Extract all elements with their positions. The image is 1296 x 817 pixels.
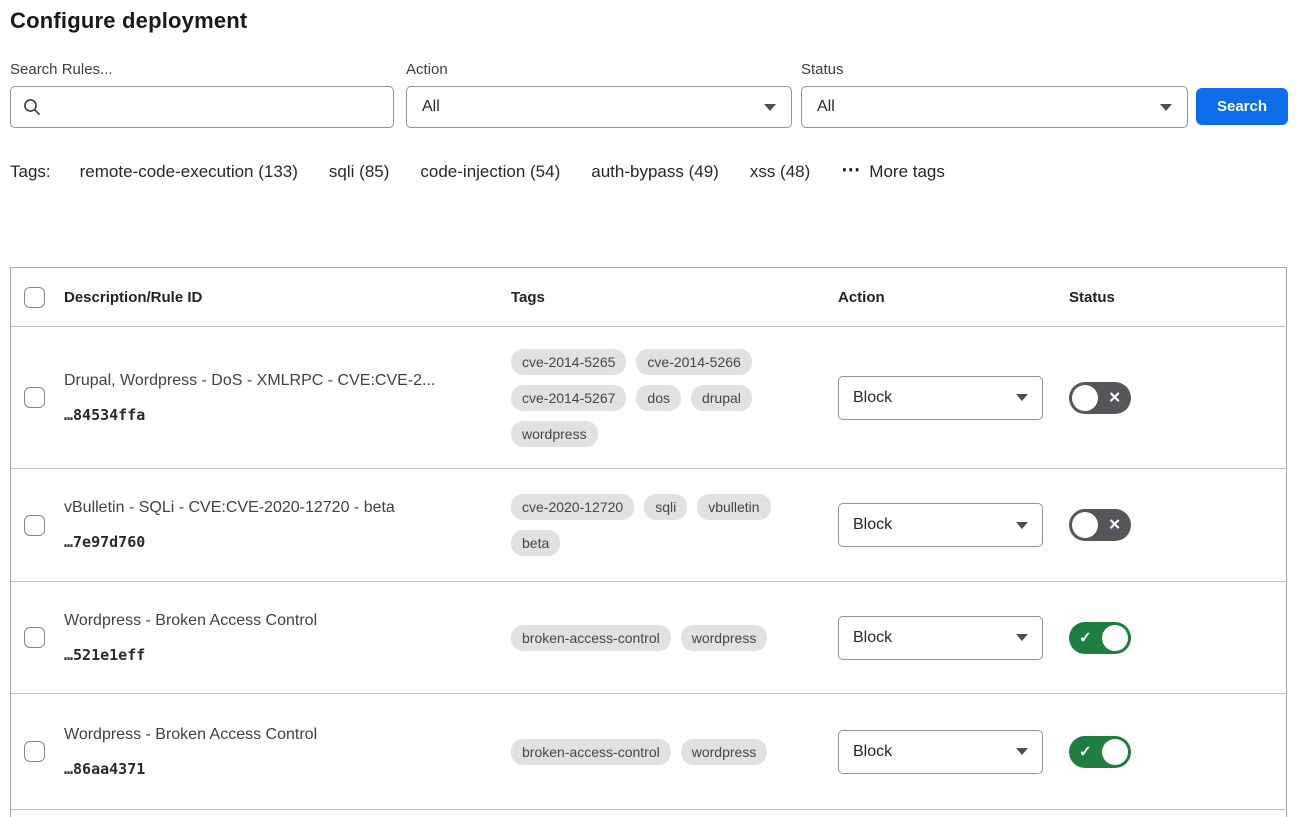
table-row: Drupal, Wordpress - DoS - XMLRPC - CVE:C…	[11, 326, 1286, 468]
ellipsis-icon: ⋯	[841, 161, 860, 180]
column-header-tags: Tags	[511, 289, 838, 306]
chevron-down-icon	[1016, 748, 1028, 755]
rule-tags: broken-access-control wordpress	[511, 739, 838, 765]
action-value: Block	[853, 516, 892, 534]
rule-tags: cve-2014-5265 cve-2014-5266 cve-2014-5267 d…	[511, 349, 838, 447]
action-select[interactable]: Block	[838, 376, 1043, 420]
action-value: Block	[853, 389, 892, 407]
row-checkbox[interactable]	[24, 515, 45, 536]
toggle-state-icon: ✓	[1079, 744, 1092, 759]
row-checkbox[interactable]	[24, 627, 45, 648]
toggle-knob	[1102, 739, 1128, 765]
action-filter-value: All	[422, 98, 440, 116]
tag-pill: wordpress	[681, 739, 768, 765]
tag-pill: dos	[636, 385, 681, 411]
tag-pill: broken-access-control	[511, 739, 671, 765]
chevron-down-icon	[1016, 634, 1028, 641]
status-toggle[interactable]: ✕	[1069, 509, 1131, 541]
page-title: Configure deployment	[10, 8, 247, 34]
tag-pill: beta	[511, 530, 560, 556]
toggle-state-icon: ✕	[1108, 518, 1121, 533]
tag-filter-auth-bypass[interactable]: auth-bypass (49)	[591, 162, 719, 182]
more-tags-label: More tags	[869, 162, 945, 182]
chevron-down-icon	[764, 104, 776, 111]
chevron-down-icon	[1016, 522, 1028, 529]
chevron-down-icon	[1016, 394, 1028, 401]
status-toggle[interactable]: ✓	[1069, 622, 1131, 654]
tag-filter-remote-code-execution[interactable]: remote-code-execution (133)	[80, 162, 298, 182]
rule-tags: broken-access-control wordpress	[511, 625, 838, 651]
tag-pill: cve-2014-5266	[636, 349, 751, 375]
toggle-knob	[1072, 512, 1098, 538]
column-header-action: Action	[838, 289, 1069, 306]
action-select[interactable]: Block	[838, 616, 1043, 660]
action-select[interactable]: Block	[838, 730, 1043, 774]
column-header-status: Status	[1069, 289, 1286, 306]
action-filter-label: Action	[406, 61, 448, 78]
tag-pill: cve-2020-12720	[511, 494, 634, 520]
table-row: Wordpress - Broken Access Control …521e1…	[11, 581, 1286, 693]
status-toggle[interactable]: ✕	[1069, 382, 1131, 414]
chevron-down-icon	[1160, 104, 1172, 111]
tag-pill: cve-2014-5267	[511, 385, 626, 411]
row-checkbox[interactable]	[24, 741, 45, 762]
action-select[interactable]: Block	[838, 503, 1043, 547]
status-filter-select[interactable]: All	[801, 86, 1188, 128]
configure-deployment-page: Configure deployment Search Rules... Act…	[0, 0, 1296, 817]
toggle-state-icon: ✓	[1079, 630, 1092, 645]
tag-pill: vbulletin	[697, 494, 770, 520]
table-row-partial	[11, 809, 1286, 817]
rule-id: …86aa4371	[64, 760, 485, 778]
action-filter-select[interactable]: All	[406, 86, 792, 128]
tag-pill: wordpress	[681, 625, 768, 651]
table-row: Wordpress - Broken Access Control …86aa4…	[11, 693, 1286, 809]
rule-id: …7e97d760	[64, 533, 485, 551]
search-rules-box	[10, 86, 394, 128]
toggle-knob	[1072, 385, 1098, 411]
tag-pill: sqli	[644, 494, 687, 520]
table-row: vBulletin - SQLi - CVE:CVE-2020-12720 - …	[11, 468, 1286, 581]
tag-pill: drupal	[691, 385, 752, 411]
rule-tags: cve-2020-12720 sqli vbulletin beta	[511, 494, 838, 556]
tag-pill: cve-2014-5265	[511, 349, 626, 375]
tags-bar-label: Tags:	[10, 162, 51, 182]
toggle-knob	[1102, 625, 1128, 651]
row-checkbox[interactable]	[24, 387, 45, 408]
select-all-checkbox[interactable]	[24, 287, 45, 308]
search-button[interactable]: Search	[1196, 88, 1288, 125]
rule-description: Wordpress - Broken Access Control	[64, 726, 485, 744]
column-header-description: Description/Rule ID	[64, 289, 511, 306]
search-rules-input[interactable]	[49, 98, 381, 116]
rule-id: …84534ffa	[64, 406, 485, 424]
action-value: Block	[853, 743, 892, 761]
status-filter-value: All	[817, 98, 835, 116]
tag-filter-code-injection[interactable]: code-injection (54)	[420, 162, 560, 182]
rule-id: …521e1eff	[64, 646, 485, 664]
search-icon	[23, 98, 41, 116]
status-toggle[interactable]: ✓	[1069, 736, 1131, 768]
search-rules-label: Search Rules...	[10, 61, 113, 78]
tags-bar: Tags: remote-code-execution (133) sqli (…	[10, 162, 945, 182]
toggle-state-icon: ✕	[1108, 390, 1121, 405]
tag-filter-xss[interactable]: xss (48)	[750, 162, 810, 182]
status-filter-label: Status	[801, 61, 844, 78]
tag-pill: broken-access-control	[511, 625, 671, 651]
rule-description: vBulletin - SQLi - CVE:CVE-2020-12720 - …	[64, 499, 485, 517]
rules-table: Description/Rule ID Tags Action Status D…	[10, 267, 1287, 817]
tag-filter-sqli[interactable]: sqli (85)	[329, 162, 389, 182]
tag-pill: wordpress	[511, 421, 598, 447]
rule-description: Drupal, Wordpress - DoS - XMLRPC - CVE:C…	[64, 372, 485, 390]
table-header-row: Description/Rule ID Tags Action Status	[11, 268, 1286, 326]
action-value: Block	[853, 629, 892, 647]
rule-description: Wordpress - Broken Access Control	[64, 612, 485, 630]
more-tags-link[interactable]: ⋯ More tags	[841, 162, 945, 182]
